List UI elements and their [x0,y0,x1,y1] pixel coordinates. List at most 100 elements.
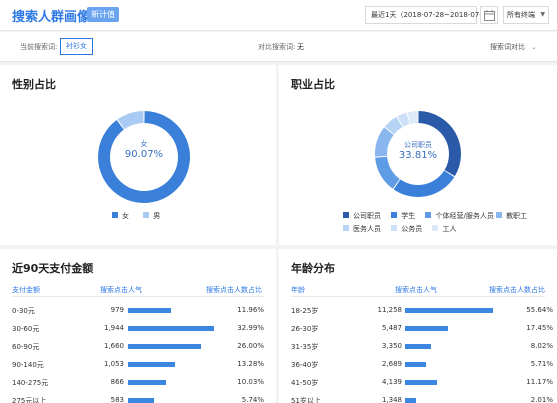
legend-item-medical[interactable]: 医务人员 [343,223,381,236]
current-keyword-tag[interactable]: 衬衫女 [60,38,93,55]
column-header: 搜索点击人气 [100,286,142,294]
legend-label: 男 [153,212,161,220]
gender-center-label: 女 [140,140,148,148]
male-swatch [143,212,150,218]
legend-item-civil[interactable]: 公务员 [391,223,422,236]
gender-panel: 性别占比 女 90.07% 女 男 [0,65,276,245]
legend-item-teacher[interactable]: 教职工 [496,210,527,223]
table-row: 90-140元 1,053 13.28% [12,360,264,370]
legend-label: 医务人员 [353,225,381,233]
row-percent: 13.28% [237,360,264,368]
row-percent: 11.96% [237,306,264,314]
payment-title: 近90天支付金额 [12,262,94,275]
row-bar [128,380,166,385]
row-count: 3,350 [381,342,402,350]
row-bar [128,362,175,367]
row-percent: 17.45% [526,324,553,332]
row-category: 41-50岁 [291,379,319,387]
row-category: 36-40岁 [291,361,319,369]
header-divider [291,296,545,297]
header-divider [12,296,264,297]
job-title: 职业占比 [291,78,335,91]
legend-item-female[interactable]: 女 [112,211,129,221]
row-percent: 10.03% [237,378,264,386]
table-row: 30-60元 1,944 32.99% [12,324,264,334]
civil-swatch [391,225,398,231]
row-category: 30-60元 [12,325,40,333]
top-header: 搜索人群画像 新计值 最近1天（2018-07-28~2018-07-28） 所… [0,0,557,31]
donut-slice-2[interactable] [375,156,400,189]
row-count: 979 [110,306,124,314]
age-panel: 年龄分布 年龄 搜索点击人气 搜索点击人数占比 18-25岁 11,258 55.6… [279,249,557,403]
compare-keyword-button[interactable]: 搜索词对比 ⌄ [490,42,536,52]
table-row: 31-35岁 3,350 8.02% [291,342,553,352]
row-count: 583 [110,396,124,403]
terminal-select[interactable]: 所有终端 ▼ [503,6,549,24]
row-bar [128,344,201,349]
page: 搜索人群画像 新计值 最近1天（2018-07-28~2018-07-28） 所… [0,0,557,403]
row-percent: 55.64% [526,306,553,314]
row-bar [405,308,493,313]
row-category: 140-275元 [12,379,49,387]
compare-keyword-button-label: 搜索词对比 [490,43,525,51]
beta-badge: 新计值 [87,7,119,22]
column-header: 支付金额 [12,286,40,294]
legend-label: 公务员 [401,225,423,233]
gender-center: 女 90.07% [108,139,180,160]
legend-label: 个体经营/服务人员 [435,212,494,220]
row-percent: 11.17% [526,378,553,386]
row-category: 90-140元 [12,361,44,369]
row-category: 26-30岁 [291,325,319,333]
selfemployed-swatch [425,212,432,218]
table-row: 60-90元 1,660 26.00% [12,342,264,352]
legend-label: 女 [122,212,129,220]
female-swatch [112,212,118,218]
row-count: 1,348 [381,396,402,403]
table-row: 51岁以上 1,348 2.01% [291,396,553,403]
calendar-button[interactable] [480,6,498,24]
row-bar [405,398,416,403]
row-category: 275元以上 [12,397,47,403]
current-keyword-label: 当前搜索词: [20,43,58,51]
legend-item-male[interactable]: 男 [143,211,160,221]
row-count: 1,944 [103,324,124,332]
payment-panel: 近90天支付金额 支付金额 搜索点击人气 搜索点击人数占比 0-30元 979 11… [0,249,276,403]
legend-label: 学生 [401,212,416,220]
row-count: 4,139 [381,378,402,386]
compare-keyword-value: 无 [297,43,304,51]
gender-center-value: 90.07% [124,149,164,160]
row-percent: 8.02% [530,342,553,350]
keyword-bar: 当前搜索词: 衬衫女 对比搜索词: 无 搜索词对比 ⌄ [0,32,557,62]
legend-item-student[interactable]: 学生 [391,210,415,223]
legend-item-worker[interactable]: 工人 [432,223,456,236]
row-percent: 32.99% [237,324,264,332]
legend-item-office[interactable]: 公司职员 [343,210,381,223]
table-row: 36-40岁 2,689 5.71% [291,360,553,370]
row-count: 1,053 [103,360,124,368]
row-count: 1,660 [103,342,124,350]
row-bar [405,344,431,349]
date-range-select[interactable]: 最近1天（2018-07-28~2018-07-28） [365,6,498,24]
row-category: 0-30元 [12,307,35,315]
office-swatch [343,212,349,218]
table-row: 41-50岁 4,139 11.17% [291,378,553,388]
table-row: 140-275元 866 10.03% [12,378,264,388]
job-center-label: 公司职员 [404,141,432,149]
row-percent: 2.01% [530,396,553,403]
gender-legend: 女 男 [112,211,172,221]
row-count: 11,258 [377,306,403,314]
donut-slice-1[interactable] [117,111,144,130]
row-category: 18-25岁 [291,307,319,315]
table-row: 18-25岁 11,258 55.64% [291,306,553,316]
donut-slice-1[interactable] [393,170,455,197]
legend-item-selfemployed[interactable]: 个体经营/服务人员 [425,210,494,223]
row-bar [405,326,448,331]
row-bar [128,398,154,403]
row-count: 866 [110,378,124,386]
column-header: 年龄 [291,286,305,294]
job-center: 公司职员 33.81% [383,140,453,161]
column-header: 搜索点击人数占比 [206,286,262,294]
row-percent: 26.00% [237,342,264,350]
job-panel: 职业占比 公司职员 33.81% 公司职员 学生 个体经营/服务人员 教职工 医… [279,65,557,245]
row-bar [128,326,214,331]
